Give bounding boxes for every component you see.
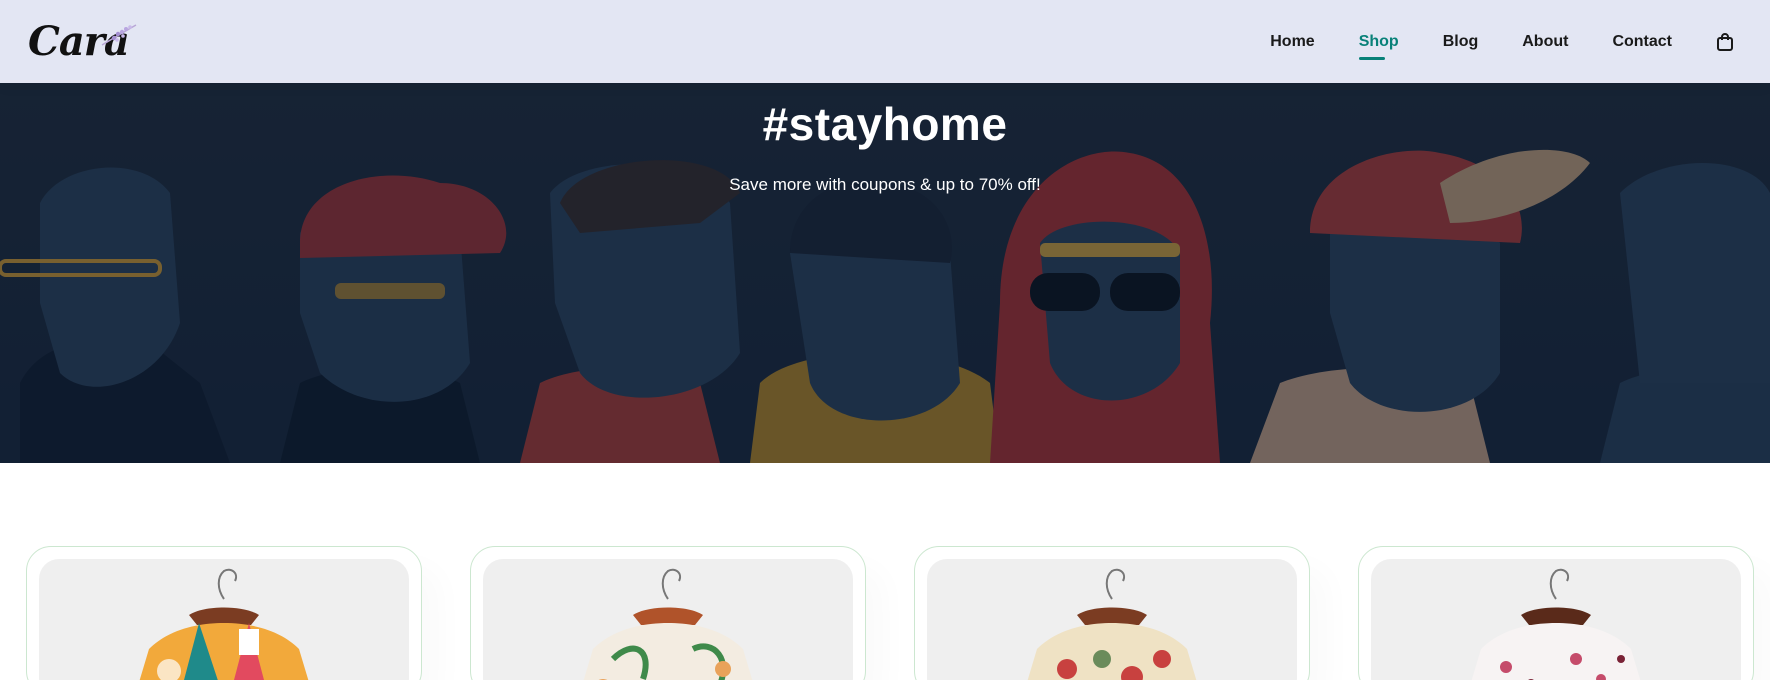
nav-blog[interactable]: Blog — [1443, 22, 1479, 62]
product-card[interactable] — [470, 546, 866, 680]
brand-logo[interactable]: Cara — [28, 17, 138, 67]
nav-about[interactable]: About — [1522, 22, 1568, 62]
patchwork-floral-shirt-image — [39, 559, 409, 680]
nav-home[interactable]: Home — [1270, 22, 1314, 62]
nav-contact[interactable]: Contact — [1612, 22, 1672, 62]
leaf-print-shirt-image — [483, 559, 853, 680]
product-card[interactable] — [26, 546, 422, 680]
hero-title: #stayhome — [762, 98, 1008, 150]
product-card[interactable] — [1358, 546, 1754, 680]
pink-blossom-shirt-image — [1371, 559, 1741, 680]
main-nav: Home Shop Blog About Contact — [1226, 22, 1734, 62]
lavender-sprig-icon — [101, 23, 137, 46]
product-card[interactable] — [914, 546, 1310, 680]
dense-floral-shirt-image — [927, 559, 1297, 680]
hero-subtitle: Save more with coupons & up to 70% off! — [729, 175, 1041, 194]
hero-banner: #stayhome Save more with coupons & up to… — [0, 83, 1770, 463]
nav-shop[interactable]: Shop — [1358, 22, 1399, 62]
product-grid — [26, 546, 1754, 680]
shopping-bag-icon[interactable] — [1716, 32, 1734, 52]
site-header: Cara Home Shop Blog About Contact — [0, 0, 1770, 83]
